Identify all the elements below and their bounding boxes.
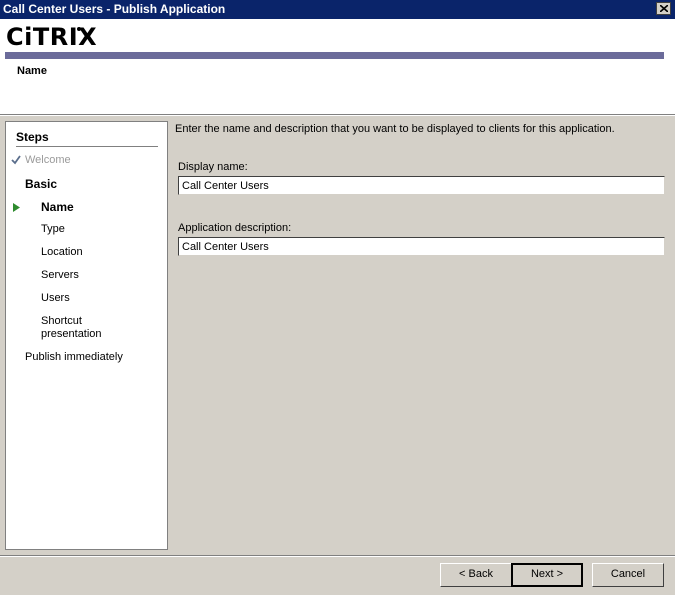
step-name: Name [41,200,74,214]
citrix-logo: CiTRIX [6,23,98,51]
arrow-right-icon [13,203,20,212]
step-type: Type [41,223,65,235]
title-bar: Call Center Users - Publish Application [0,0,675,19]
close-button[interactable] [656,2,671,15]
footer-divider [0,555,675,557]
display-name-input[interactable] [178,176,665,195]
step-group-basic: Basic [25,177,58,191]
back-button[interactable]: < Back [440,563,512,587]
step-location: Location [41,246,83,258]
display-name-label: Display name: [178,161,248,173]
step-publish-immediately: Publish immediately [25,351,123,363]
cancel-button[interactable]: Cancel [592,563,664,587]
page-subtitle: Name [17,65,47,77]
check-icon [11,155,21,165]
steps-divider [16,146,158,147]
step-users: Users [41,292,70,304]
logo-dot [77,27,81,31]
close-icon [660,5,668,12]
instruction-text: Enter the name and description that you … [175,123,615,135]
step-welcome: Welcome [25,154,71,166]
step-servers: Servers [41,269,79,281]
steps-panel: Steps Welcome Basic Name Type Location S… [5,121,168,550]
header-divider [0,114,675,116]
window-title: Call Center Users - Publish Application [3,2,226,16]
next-button[interactable]: Next > [511,563,583,587]
step-shortcut-presentation: Shortcut presentation [41,315,102,340]
description-input[interactable] [178,237,665,256]
wizard-content: Enter the name and description that you … [175,121,670,551]
steps-heading: Steps [16,130,49,144]
wizard-header: CiTRIX Name [0,19,675,114]
header-accent-bar [5,52,664,59]
description-label: Application description: [178,222,292,234]
